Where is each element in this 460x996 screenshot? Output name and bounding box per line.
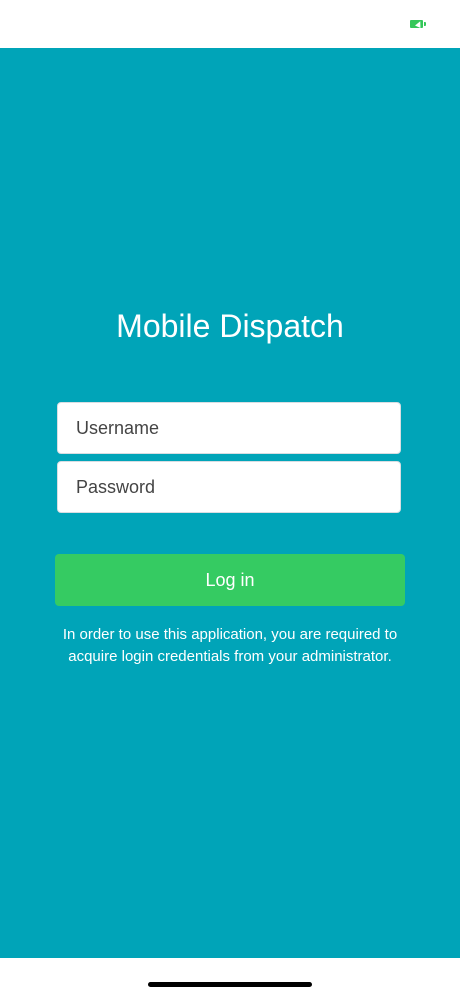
- password-input[interactable]: [57, 461, 401, 513]
- battery-charging-icon: [410, 20, 426, 28]
- credentials-notice: In order to use this application, you ar…: [62, 626, 398, 665]
- username-input[interactable]: [57, 402, 401, 454]
- charging-bolt-icon: [415, 20, 423, 28]
- login-screen: Mobile Dispatch Log in In order to use t…: [0, 48, 460, 958]
- login-button[interactable]: Log in: [55, 554, 405, 606]
- home-indicator[interactable]: [148, 982, 312, 987]
- status-bar: [0, 0, 460, 48]
- app-title: Mobile Dispatch: [116, 308, 344, 344]
- home-indicator-area: [0, 958, 460, 996]
